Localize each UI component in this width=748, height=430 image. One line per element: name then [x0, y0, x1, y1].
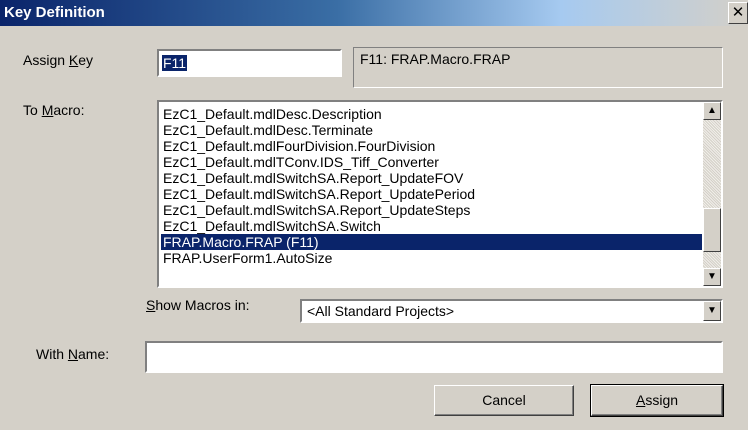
show-macros-select[interactable]: <All Standard Projects> ▼: [300, 299, 723, 323]
down-arrow-icon[interactable]: ▼: [703, 268, 721, 286]
show-macros-value: <All Standard Projects>: [307, 303, 455, 319]
assign-key-label: Assign Key: [23, 52, 94, 68]
with-name-label: With Name:: [36, 346, 110, 362]
up-arrow-icon[interactable]: ▲: [703, 102, 721, 120]
macro-list-item[interactable]: FRAP.Macro.FRAP (F11): [161, 234, 702, 250]
window-title: Key Definition: [4, 4, 105, 21]
macro-scrollbar[interactable]: ▲ ▼: [703, 102, 721, 286]
down-arrow-icon[interactable]: ▼: [703, 301, 721, 321]
macro-list-item[interactable]: EzC1_Default.mdlDesc.Description: [161, 106, 382, 122]
scrollbar-thumb[interactable]: [703, 208, 721, 252]
show-macros-label: Show Macros in:: [146, 297, 250, 313]
close-icon[interactable]: ✕: [728, 2, 748, 24]
macro-list-item[interactable]: FRAP.UserForm1.AutoSize: [161, 250, 332, 266]
title-bar: Key Definition ✕: [0, 0, 748, 26]
key-description: F11: FRAP.Macro.FRAP: [360, 51, 511, 67]
assign-button[interactable]: Assign: [590, 384, 724, 417]
macro-listbox[interactable]: EzC1_Default.mdlDesc.Description EzC1_Def…: [157, 100, 723, 288]
macro-list-item[interactable]: EzC1_Default.mdlSwitchSA.Report_UpdateFO…: [161, 170, 463, 186]
macro-list-item[interactable]: EzC1_Default.mdlTConv.IDS_Tiff_Converter: [161, 154, 439, 170]
macro-list-item[interactable]: EzC1_Default.mdlFourDivision.FourDivisio…: [161, 138, 435, 154]
assign-key-value: F11: [162, 55, 188, 71]
cancel-button[interactable]: Cancel: [434, 385, 574, 416]
assign-key-input[interactable]: F11: [157, 49, 342, 77]
macro-list-item[interactable]: EzC1_Default.mdlSwitchSA.Report_UpdatePe…: [161, 186, 475, 202]
key-description-field: F11: FRAP.Macro.FRAP: [353, 47, 723, 88]
to-macro-label: To Macro:: [23, 102, 85, 118]
macro-list-item[interactable]: EzC1_Default.mdlSwitchSA.Switch: [161, 218, 381, 234]
macro-list-item[interactable]: EzC1_Default.mdlDesc.Terminate: [161, 122, 373, 138]
with-name-input[interactable]: [145, 341, 723, 373]
macro-list-item[interactable]: EzC1_Default.mdlSwitchSA.Report_UpdateSt…: [161, 202, 470, 218]
